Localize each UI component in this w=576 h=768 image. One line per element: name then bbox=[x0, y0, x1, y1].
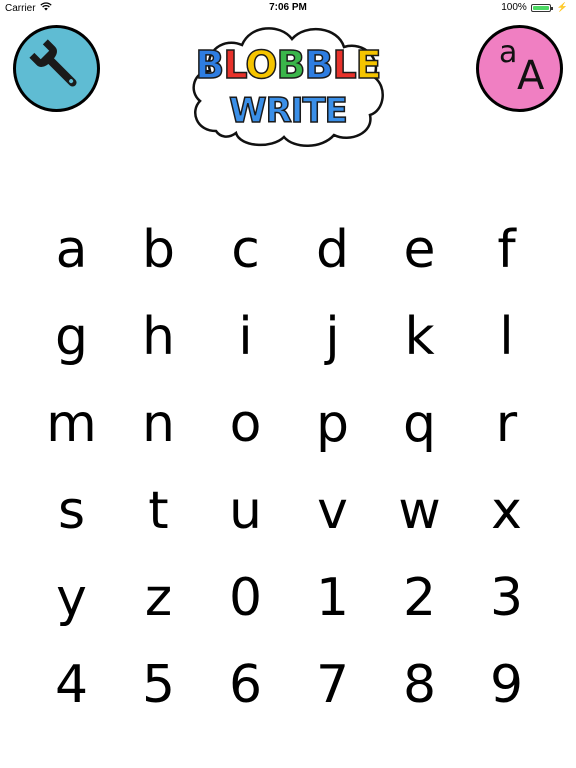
character-tile[interactable]: 7 bbox=[289, 641, 376, 728]
battery-percent: 100% bbox=[501, 2, 527, 13]
character-tile[interactable]: 4 bbox=[28, 641, 115, 728]
case-uppercase-label: A bbox=[517, 53, 545, 99]
logo-letter: B bbox=[304, 43, 334, 87]
character-tile[interactable]: w bbox=[376, 467, 463, 554]
character-tile[interactable]: 0 bbox=[202, 554, 289, 641]
character-tile[interactable]: 5 bbox=[115, 641, 202, 728]
character-tile[interactable]: s bbox=[28, 467, 115, 554]
logo-letter: L bbox=[332, 43, 358, 87]
logo-write-text: WRITE bbox=[188, 91, 388, 131]
character-tile[interactable]: 2 bbox=[376, 554, 463, 641]
logo-letter: B bbox=[195, 43, 225, 87]
case-lowercase-label: a bbox=[499, 35, 518, 70]
character-tile[interactable]: k bbox=[376, 293, 463, 380]
character-tile[interactable]: z bbox=[115, 554, 202, 641]
character-tile[interactable]: m bbox=[28, 380, 115, 467]
logo-letter: L bbox=[223, 43, 247, 87]
character-tile[interactable]: g bbox=[28, 293, 115, 380]
character-tile[interactable]: c bbox=[202, 206, 289, 293]
character-tile[interactable]: x bbox=[463, 467, 550, 554]
charging-icon: ⚡ bbox=[556, 2, 568, 12]
character-tile[interactable]: 9 bbox=[463, 641, 550, 728]
character-tile[interactable]: o bbox=[202, 380, 289, 467]
logo-write-label: WRITE bbox=[228, 91, 348, 131]
battery-cap bbox=[550, 6, 553, 10]
character-tile[interactable]: l bbox=[463, 293, 550, 380]
character-tile[interactable]: h bbox=[115, 293, 202, 380]
character-tile[interactable]: 1 bbox=[289, 554, 376, 641]
battery-fill bbox=[532, 5, 549, 10]
case-toggle-button[interactable]: a A bbox=[476, 25, 563, 112]
character-tile[interactable]: y bbox=[28, 554, 115, 641]
character-tile[interactable]: 3 bbox=[463, 554, 550, 641]
battery-icon bbox=[530, 3, 553, 12]
character-tile[interactable]: v bbox=[289, 467, 376, 554]
status-time: 7:06 PM bbox=[269, 2, 307, 13]
character-tile[interactable]: t bbox=[115, 467, 202, 554]
character-grid: abcdef ghijkl mnopqr stuvwx yz0123 456789 bbox=[28, 206, 548, 728]
character-tile[interactable]: j bbox=[289, 293, 376, 380]
character-tile[interactable]: d bbox=[289, 206, 376, 293]
app-screen: Carrier 7:06 PM 100% ⚡ BLOBBLE WRITE a A… bbox=[0, 0, 576, 768]
character-tile[interactable]: e bbox=[376, 206, 463, 293]
wrench-icon bbox=[27, 37, 87, 101]
character-tile[interactable]: b bbox=[115, 206, 202, 293]
logo-letter: B bbox=[276, 43, 306, 87]
character-tile[interactable]: i bbox=[202, 293, 289, 380]
logo-blobble-text: BLOBBLE bbox=[188, 43, 388, 87]
character-tile[interactable]: r bbox=[463, 380, 550, 467]
logo-letter: O bbox=[244, 43, 278, 87]
settings-button[interactable] bbox=[13, 25, 100, 112]
character-tile[interactable]: 6 bbox=[202, 641, 289, 728]
character-tile[interactable]: q bbox=[376, 380, 463, 467]
character-tile[interactable]: f bbox=[463, 206, 550, 293]
app-logo: BLOBBLE WRITE bbox=[188, 19, 388, 149]
character-tile[interactable]: n bbox=[115, 380, 202, 467]
character-tile[interactable]: 8 bbox=[376, 641, 463, 728]
status-bar: Carrier 7:06 PM 100% ⚡ bbox=[0, 0, 576, 16]
character-tile[interactable]: u bbox=[202, 467, 289, 554]
character-tile[interactable]: a bbox=[28, 206, 115, 293]
character-tile[interactable]: p bbox=[289, 380, 376, 467]
status-right: 100% ⚡ bbox=[501, 2, 568, 13]
logo-letter: E bbox=[355, 43, 382, 87]
